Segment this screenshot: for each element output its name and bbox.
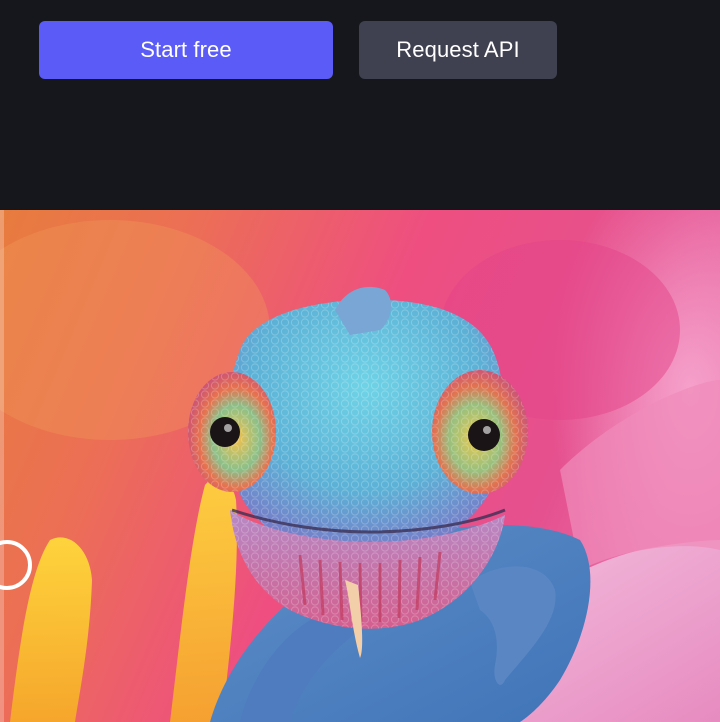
request-api-button[interactable]: Request API <box>359 21 557 79</box>
hero-image <box>0 210 720 722</box>
start-free-label: Start free <box>140 37 232 62</box>
compare-divider[interactable] <box>0 210 4 722</box>
start-free-button[interactable]: Start free <box>39 21 333 79</box>
page: Start free Request API <box>0 0 720 722</box>
request-api-label: Request API <box>396 37 520 62</box>
chameleon-photo <box>0 210 720 722</box>
cta-bar: Start free Request API <box>0 0 720 210</box>
